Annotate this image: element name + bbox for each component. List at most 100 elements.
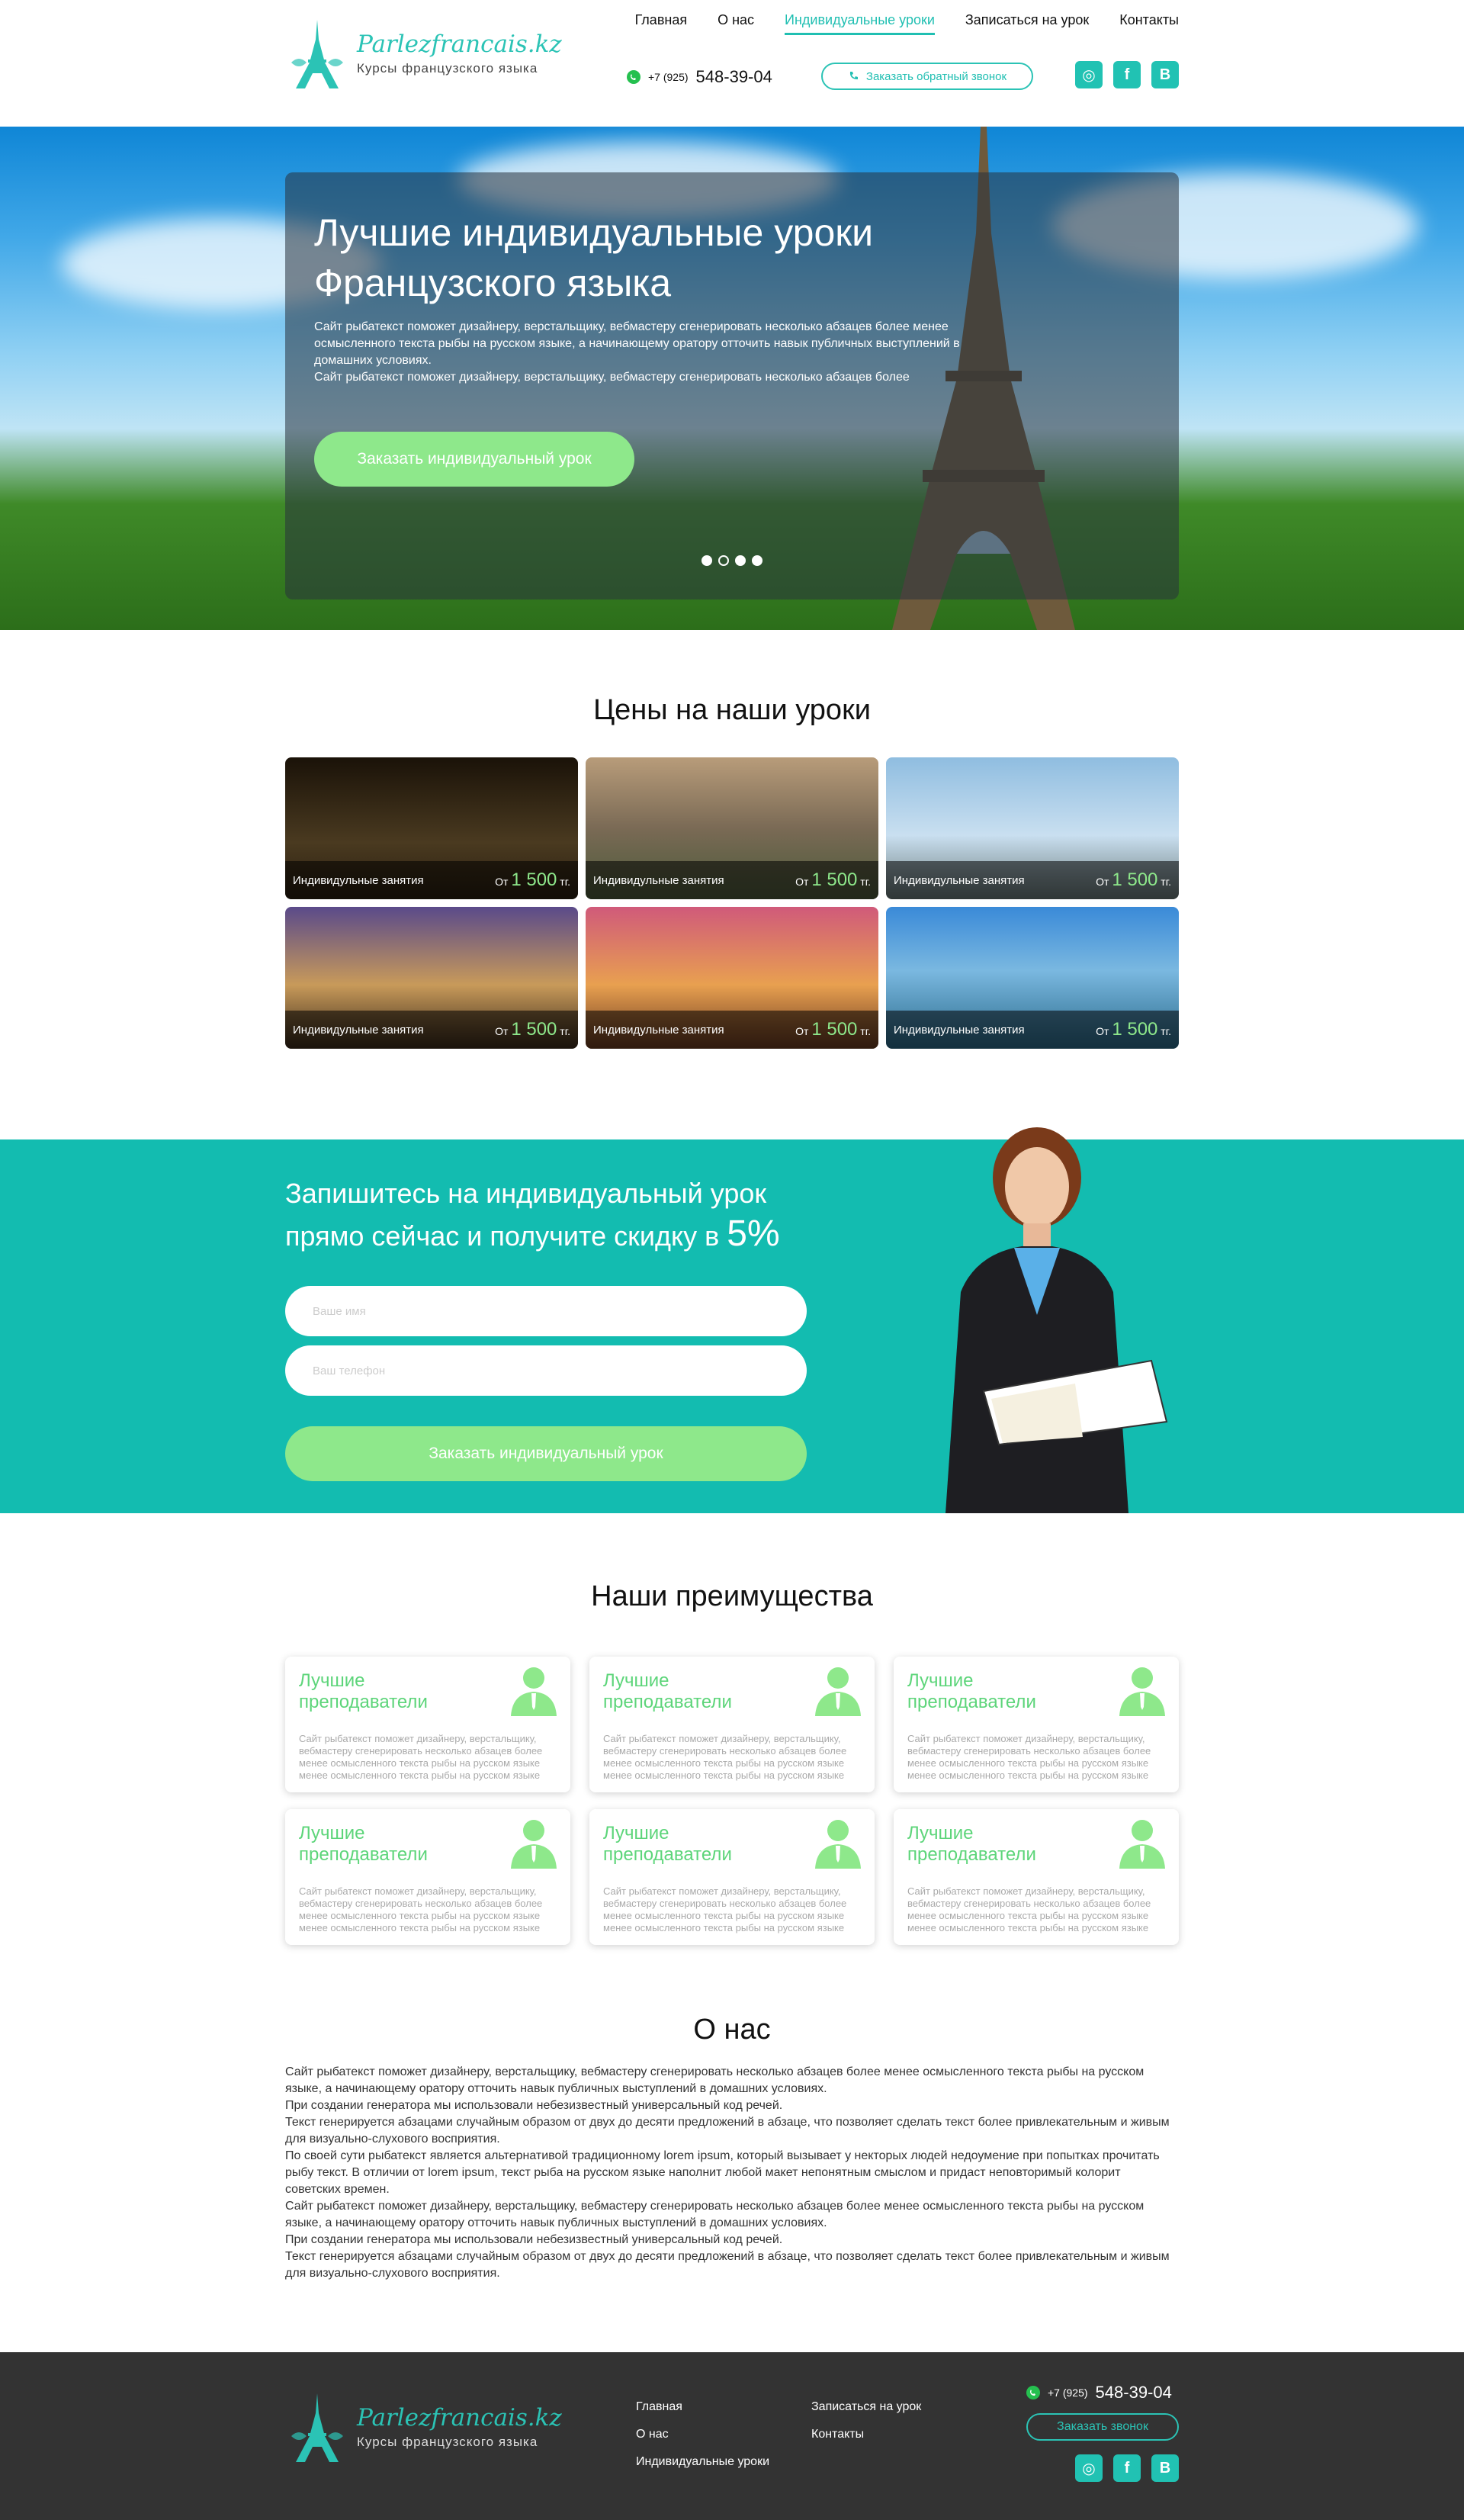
- price-value: От 1 500 тг.: [1096, 869, 1171, 890]
- advantage-text: Сайт рыбатекст поможет дизайнеру, верста…: [299, 1885, 543, 1933]
- nav-item-contacts[interactable]: Контакты: [1119, 12, 1179, 35]
- price-card[interactable]: Индивидульные занятия От 1 500 тг.: [886, 907, 1179, 1049]
- signup-order-button[interactable]: Заказать индивидуальный урок: [285, 1426, 807, 1481]
- prices-title: Цены на наши уроки: [593, 694, 871, 726]
- hero-box: Лучшие индивидуальные уроки Французского…: [285, 172, 1179, 599]
- price-value: От 1 500 тг.: [495, 1019, 570, 1040]
- phone-prefix: +7 (925): [648, 71, 689, 83]
- price-value: От 1 500 тг.: [495, 869, 570, 890]
- footer-nav-item[interactable]: Индивидуальные уроки: [636, 2448, 769, 2476]
- about-paragraph: При создании генератора мы использовали …: [285, 2099, 783, 2112]
- footer-nav-item[interactable]: Записаться на урок: [811, 2393, 921, 2421]
- price-label: Индивидульные занятия: [593, 1023, 724, 1037]
- advantage-card: Лучшие преподаватели Сайт рыбатекст помо…: [589, 1657, 875, 1792]
- footer-callback-button[interactable]: Заказать звонок: [1026, 2413, 1179, 2441]
- main-nav: Главная О нас Индивидуальные уроки Запис…: [635, 12, 1179, 35]
- hero-text-2: Сайт рыбатекст поможет дизайнеру, верста…: [314, 371, 910, 384]
- price-card[interactable]: Индивидульные занятия От 1 500 тг.: [586, 757, 878, 899]
- about-paragraph: При создании генератора мы использовали …: [285, 2233, 783, 2246]
- phone-input[interactable]: Ваш телефон: [285, 1345, 807, 1396]
- teacher-icon: [511, 1820, 557, 1869]
- instagram-icon[interactable]: ◎: [1075, 2454, 1103, 2482]
- hero-banner: Лучшие индивидуальные уроки Французского…: [0, 127, 1464, 630]
- slider-dot[interactable]: [752, 555, 762, 566]
- nav-item-individual-lessons[interactable]: Индивидуальные уроки: [785, 12, 935, 35]
- slider-dot[interactable]: [702, 555, 712, 566]
- name-input[interactable]: Ваше имя: [285, 1286, 807, 1336]
- whatsapp-icon: [1026, 2386, 1040, 2399]
- price-card[interactable]: Индивидульные занятия От 1 500 тг.: [586, 907, 878, 1049]
- discount-value: 5%: [727, 1213, 780, 1254]
- advantage-title: Лучшие преподаватели: [603, 1823, 732, 1865]
- advantages-grid: Лучшие преподаватели Сайт рыбатекст помо…: [285, 1657, 1179, 1945]
- advantage-text: Сайт рыбатекст поможет дизайнеру, верста…: [907, 1885, 1151, 1933]
- advantage-text: Сайт рыбатекст поможет дизайнеру, верста…: [603, 1885, 847, 1933]
- price-card[interactable]: Индивидульные занятия От 1 500 тг.: [886, 757, 1179, 899]
- footer-logo[interactable]: Parlezfrancais.kz Курсы французского язы…: [285, 2390, 562, 2464]
- vk-icon[interactable]: B: [1151, 61, 1179, 88]
- nav-item-home[interactable]: Главная: [635, 12, 688, 35]
- about-title: О нас: [693, 2014, 771, 2046]
- callback-label: Заказать обратный звонок: [865, 69, 1007, 83]
- logo[interactable]: Parlezfrancais.kz Курсы французского язы…: [285, 17, 562, 90]
- price-label: Индивидульные занятия: [293, 873, 424, 887]
- price-value: От 1 500 тг.: [795, 869, 871, 890]
- instagram-icon[interactable]: ◎: [1075, 61, 1103, 88]
- footer-nav-col2: Записаться на урок Контакты: [811, 2393, 921, 2448]
- about-paragraph: Текст генерируется абзацами случайным об…: [285, 2250, 1170, 2280]
- price-value: От 1 500 тг.: [1096, 1019, 1171, 1040]
- nav-item-about[interactable]: О нас: [718, 12, 754, 35]
- price-bar: Индивидульные занятия От 1 500 тг.: [886, 1011, 1179, 1049]
- whatsapp-icon: [627, 70, 640, 84]
- about-paragraph: Текст генерируется абзацами случайным об…: [285, 2116, 1170, 2146]
- footer-nav-item[interactable]: О нас: [636, 2421, 769, 2448]
- prices-section: Цены на наши уроки Индивидульные занятия…: [285, 630, 1179, 1049]
- slider-dot[interactable]: [718, 555, 729, 566]
- facebook-icon[interactable]: f: [1113, 61, 1141, 88]
- footer-nav-item[interactable]: Главная: [636, 2393, 769, 2421]
- site-footer: Parlezfrancais.kz Курсы французского язы…: [0, 2352, 1464, 2520]
- about-paragraph: Сайт рыбатекст поможет дизайнеру, верста…: [285, 2065, 1145, 2095]
- advantage-card: Лучшие преподаватели Сайт рыбатекст помо…: [894, 1657, 1179, 1792]
- hero-text: Сайт рыбатекст поможет дизайнеру, верста…: [314, 319, 970, 386]
- nav-item-signup[interactable]: Записаться на урок: [965, 12, 1089, 35]
- price-card[interactable]: Индивидульные занятия От 1 500 тг.: [285, 757, 578, 899]
- phone-number: 548-39-04: [695, 67, 772, 86]
- price-label: Индивидульные занятия: [894, 1023, 1025, 1037]
- about-paragraph: По своей сути рыбатекст является альтерн…: [285, 2149, 1160, 2196]
- header-socials: ◎ f B: [1075, 61, 1179, 88]
- footer-socials: ◎ f B: [1075, 2454, 1179, 2482]
- facebook-icon[interactable]: f: [1113, 2454, 1141, 2482]
- advantage-card: Лучшие преподаватели Сайт рыбатекст помо…: [285, 1657, 570, 1792]
- eiffel-tower-logo-icon: [291, 20, 343, 88]
- callback-button[interactable]: Заказать обратный звонок: [821, 63, 1033, 90]
- price-bar: Индивидульные занятия От 1 500 тг.: [586, 1011, 878, 1049]
- footer-phone-prefix: +7 (925): [1048, 2387, 1088, 2399]
- advantage-title: Лучшие преподаватели: [603, 1670, 732, 1712]
- price-card[interactable]: Индивидульные занятия От 1 500 тг.: [285, 907, 578, 1049]
- logo-subtitle: Курсы французского языка: [357, 61, 538, 76]
- hero-subtitle: Французского языка: [314, 262, 672, 304]
- price-bar: Индивидульные занятия От 1 500 тг.: [586, 861, 878, 899]
- about-text: Сайт рыбатекст поможет дизайнеру, верста…: [285, 2064, 1179, 2282]
- teacher-icon: [511, 1667, 557, 1716]
- site-header: Parlezfrancais.kz Курсы французского язы…: [285, 0, 1179, 127]
- price-label: Индивидульные занятия: [293, 1023, 424, 1037]
- phone-icon: [849, 72, 858, 79]
- hero-title: Лучшие индивидуальные уроки: [314, 211, 874, 254]
- vk-icon[interactable]: B: [1151, 2454, 1179, 2482]
- hero-order-button[interactable]: Заказать индивидуальный урок: [314, 432, 634, 487]
- teacher-icon: [815, 1820, 861, 1869]
- price-bar: Индивидульные занятия От 1 500 тг.: [886, 861, 1179, 899]
- price-value: От 1 500 тг.: [795, 1019, 871, 1040]
- advantage-text: Сайт рыбатекст поможет дизайнеру, верста…: [299, 1733, 543, 1781]
- header-phone[interactable]: +7 (925) 548-39-04: [627, 67, 772, 87]
- footer-nav-item[interactable]: Контакты: [811, 2421, 921, 2448]
- hero-text-1: Сайт рыбатекст поможет дизайнеру, верста…: [314, 320, 960, 367]
- advantage-text: Сайт рыбатекст поможет дизайнеру, верста…: [907, 1733, 1151, 1781]
- advantage-card: Лучшие преподаватели Сайт рыбатекст помо…: [589, 1809, 875, 1945]
- footer-phone[interactable]: +7 (925) 548-39-04: [1026, 2383, 1172, 2403]
- slider-dot[interactable]: [735, 555, 746, 566]
- logo-title: Parlezfrancais.kz: [357, 31, 562, 58]
- advantage-card: Лучшие преподаватели Сайт рыбатекст помо…: [894, 1809, 1179, 1945]
